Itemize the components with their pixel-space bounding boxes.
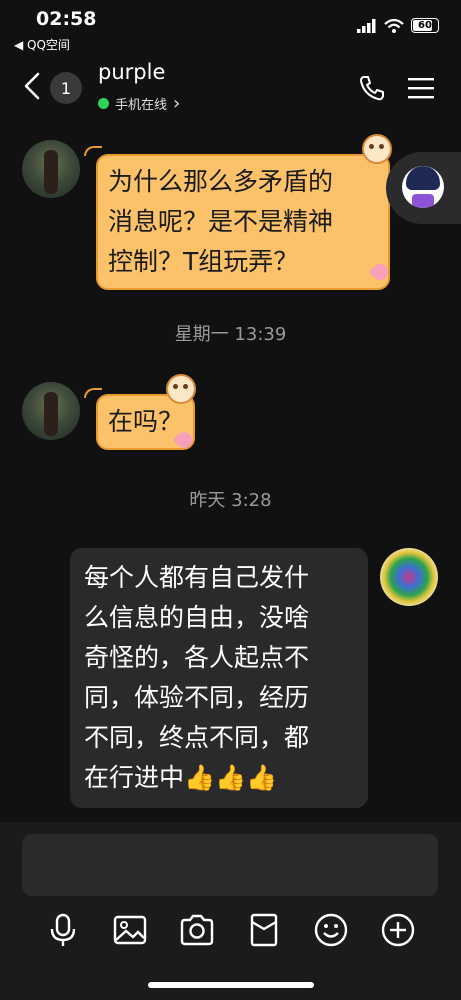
system-icons: 60 — [357, 18, 439, 33]
online-status-label: 手机在线 — [115, 98, 168, 113]
timestamp: 昨天 3:28 — [189, 490, 272, 511]
wifi-icon — [384, 18, 404, 33]
microphone-icon[interactable] — [45, 912, 81, 948]
monkey-sticker-icon — [166, 374, 196, 404]
message-line: 每个人都有自己发什 — [84, 563, 310, 592]
message-line: 消息呢？是不是精神 — [108, 207, 334, 236]
monkey-sticker-icon — [362, 134, 392, 164]
message-bubble-incoming[interactable]: 为什么那么多矛盾的 消息呢？是不是精神 控制？T组玩弄？ — [96, 154, 390, 290]
battery-icon: 60 — [411, 18, 439, 33]
message-line: 么信息的自由，没啥 — [84, 603, 310, 632]
clock: 02:58 — [36, 8, 97, 30]
chevron-right-icon: › — [173, 93, 181, 114]
menu-icon[interactable] — [408, 76, 434, 100]
message-line: 为什么那么多矛盾的 — [108, 167, 334, 196]
back-to-app-link[interactable]: ◀ QQ空间 — [14, 36, 70, 53]
timestamp: 星期一 13:39 — [174, 324, 287, 345]
message-input[interactable] — [22, 834, 438, 896]
phone-icon[interactable] — [358, 74, 386, 102]
message-line: 奇怪的，各人起点不 — [84, 643, 310, 672]
bubble-tail-decoration — [84, 146, 102, 156]
online-dot-icon — [98, 98, 109, 109]
online-status[interactable]: 手机在线 › — [98, 94, 180, 113]
signal-icon — [357, 18, 376, 33]
floating-assistant-button[interactable] — [386, 152, 461, 224]
plus-icon[interactable] — [380, 912, 416, 948]
back-arrow-icon[interactable] — [20, 68, 44, 104]
red-packet-icon[interactable] — [246, 912, 282, 948]
camera-icon[interactable] — [179, 912, 215, 948]
image-icon[interactable] — [112, 912, 148, 948]
battery-level: 60 — [418, 20, 432, 31]
emoji-icon[interactable] — [313, 912, 349, 948]
message-list[interactable]: 为什么那么多矛盾的 消息呢？是不是精神 控制？T组玩弄？ 星期一 13:39 在… — [0, 120, 461, 822]
composer — [0, 822, 461, 1000]
message-line: 不同，终点不同，都 — [84, 723, 310, 752]
message-line: 在行进中👍👍👍 — [84, 763, 278, 792]
contact-avatar[interactable] — [22, 382, 80, 440]
message-line: 在吗？ — [108, 407, 184, 436]
home-indicator[interactable] — [148, 982, 314, 988]
chat-header: 1 purple 手机在线 › — [0, 56, 461, 120]
status-bar: 02:58 ◀ QQ空间 60 — [0, 0, 461, 56]
message-line: 同，体验不同，经历 — [84, 683, 310, 712]
contact-avatar[interactable] — [22, 140, 80, 198]
my-avatar[interactable] — [380, 548, 438, 606]
contact-name[interactable]: purple — [98, 60, 165, 84]
penguin-icon — [402, 166, 444, 208]
message-bubble-outgoing[interactable]: 每个人都有自己发什 么信息的自由，没啥 奇怪的，各人起点不 同，体验不同，经历 … — [70, 548, 368, 808]
composer-toolbar — [0, 912, 461, 952]
message-line: 控制？T组玩弄？ — [108, 247, 299, 276]
unread-count-badge[interactable]: 1 — [50, 72, 82, 104]
